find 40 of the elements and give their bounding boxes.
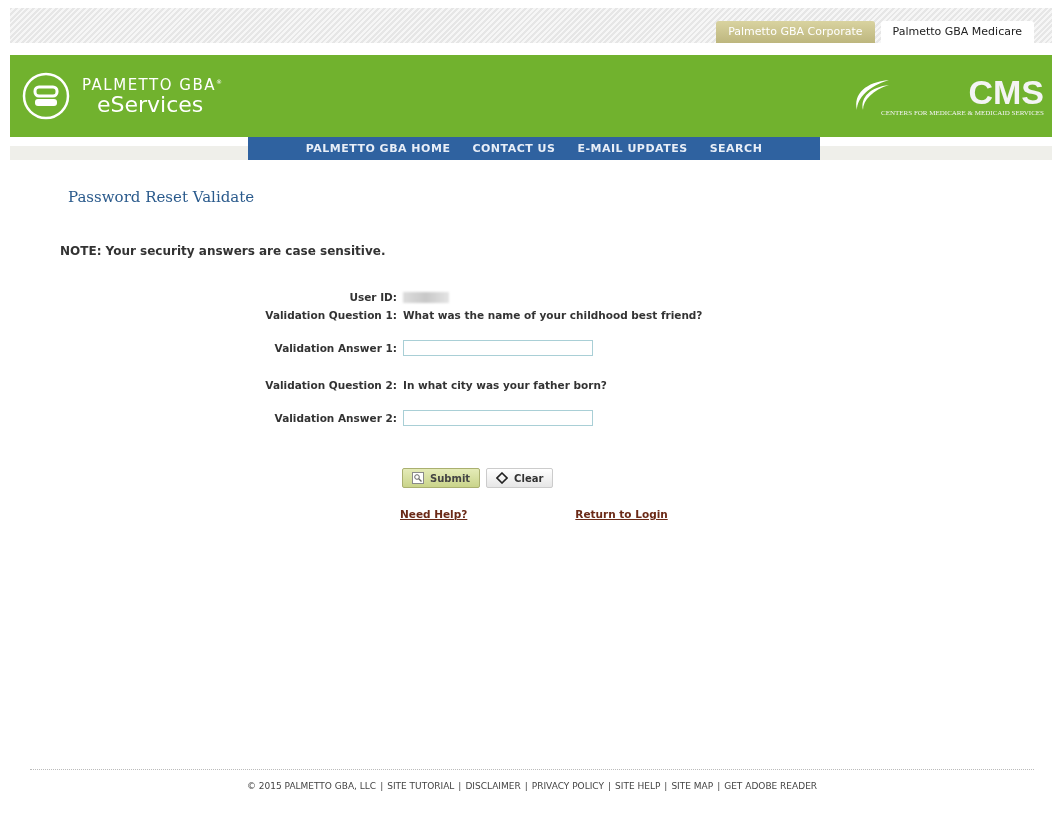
redacted-value [403,291,449,303]
separator: | [380,781,384,791]
site-tab[interactable]: Palmetto GBA Medicare [880,21,1034,43]
footer-link[interactable]: GET ADOBE READER [724,781,818,791]
footer-link[interactable]: DISCLAIMER [465,781,521,791]
nav-link[interactable]: PALMETTO GBA HOME [305,142,451,155]
search-icon [412,472,424,484]
product-name: eServices [96,94,205,116]
field-label: Validation Question 2: [264,379,397,391]
answer-input[interactable] [403,410,593,426]
footer-link[interactable]: SITE HELP [615,781,661,791]
nav-link[interactable]: E-MAIL UPDATES [577,142,688,155]
cms-logo-text: CMS [968,75,1044,109]
footer-link[interactable]: PRIVACY POLICY [531,781,604,791]
footer-link[interactable]: SITE TUTORIAL [387,781,455,791]
field-label: User ID: [348,291,397,303]
help-link[interactable]: Need Help? [400,508,468,520]
submit-button[interactable]: Submit [402,468,481,488]
page-title: Password Reset Validate [68,188,256,206]
separator: | [458,781,462,791]
note-text: NOTE: Your security answers are case sensitive. [60,244,387,258]
field-label: Validation Answer 1: [273,342,397,354]
clear-button[interactable]: Clear [486,468,554,488]
logo-icon [22,72,70,120]
question-text: What was the name of your childhood best friend? [403,309,704,321]
brand-name: PALMETTO GBA$^{®}$ [82,76,224,94]
footer-link[interactable]: SITE MAP [671,781,714,791]
diamond-icon [496,472,509,484]
help-link[interactable]: Return to Login [575,508,668,520]
copyright-text: © 2015 PALMETTO GBA, LLC [246,781,377,791]
answer-input[interactable] [403,340,593,356]
nav-link[interactable]: SEARCH [709,142,763,155]
field-label: Validation Question 1: [264,309,397,321]
separator: | [664,781,668,791]
separator: | [717,781,721,791]
field-label: Validation Answer 2: [273,412,397,424]
question-text: In what city was your father born? [403,379,608,391]
separator: | [524,781,528,791]
nav-link[interactable]: CONTACT US [472,142,556,155]
separator: | [608,781,612,791]
